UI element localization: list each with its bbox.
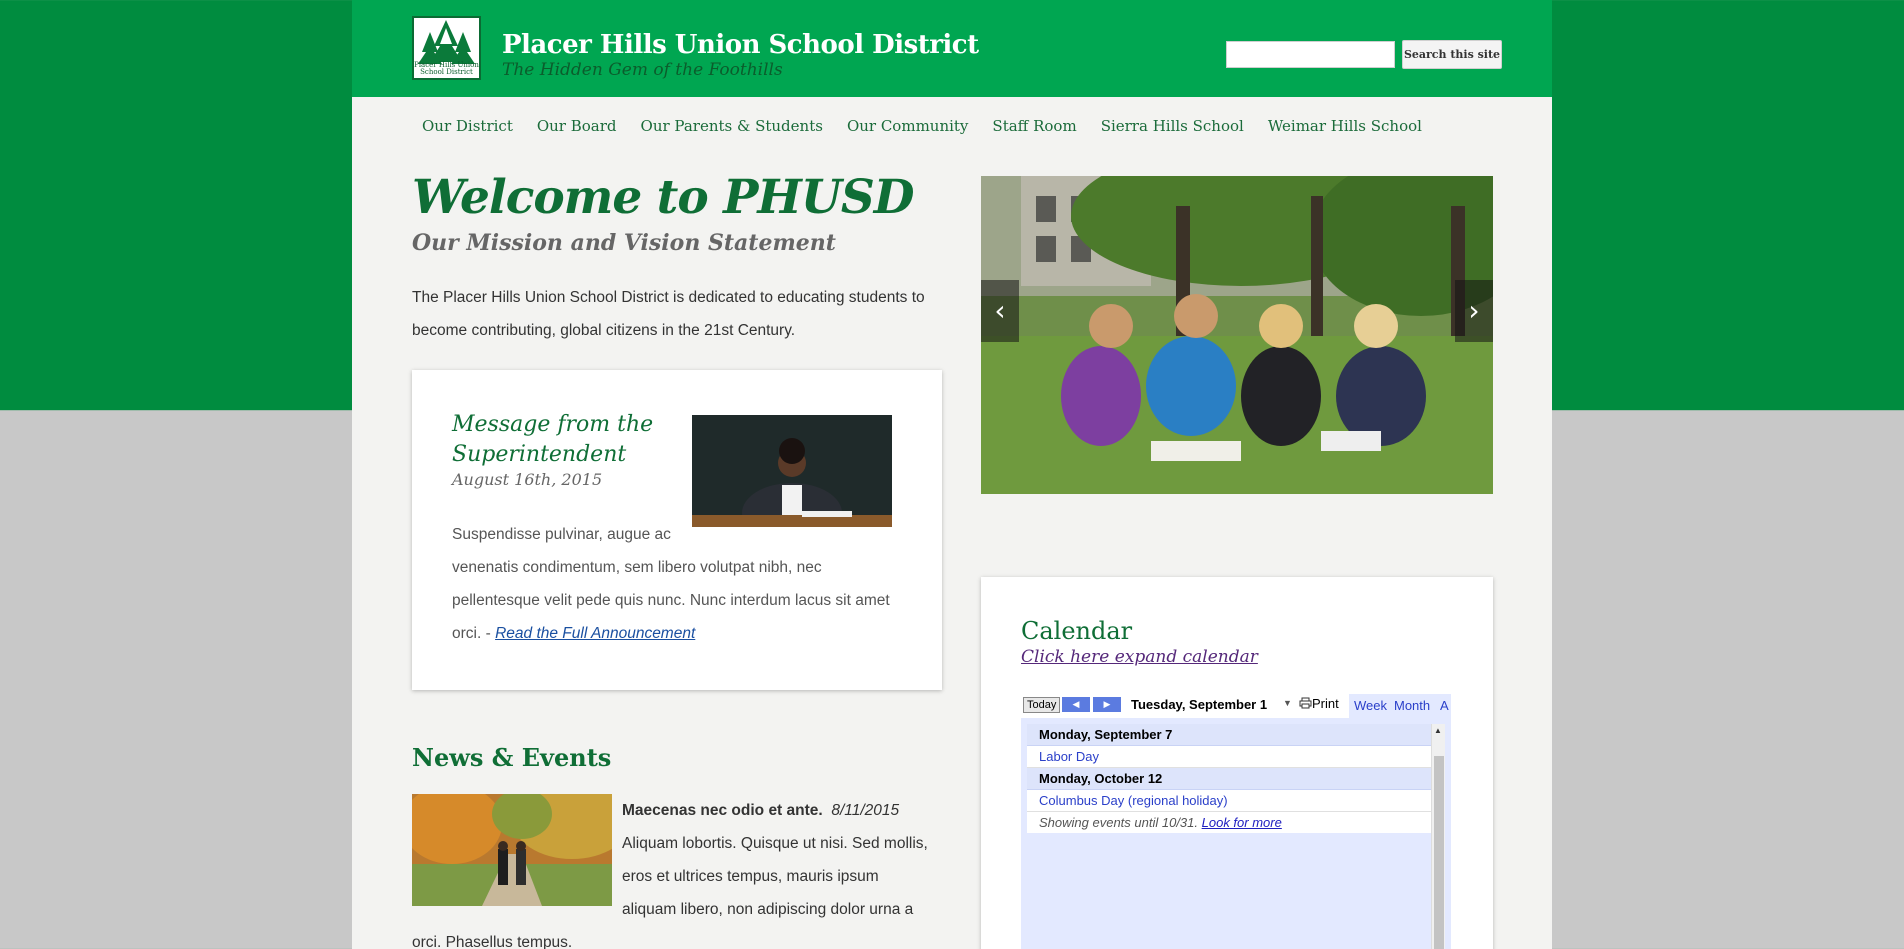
nav-item-our-district[interactable]: Our District xyxy=(422,117,513,135)
superintendent-message-card: Message from the Superintendent August 1… xyxy=(412,370,942,690)
news-date: 8/11/2015 xyxy=(831,802,900,819)
scroll-up-icon[interactable]: ▲ xyxy=(1434,726,1442,735)
calendar-print-button[interactable]: Print xyxy=(1299,696,1339,711)
logo-text: Placer Hills Union School District xyxy=(414,61,479,76)
nav-item-our-board[interactable]: Our Board xyxy=(537,117,617,135)
calendar-next-icon[interactable]: ▶ xyxy=(1093,697,1121,712)
site-tagline: The Hidden Gem of the Foothills xyxy=(502,60,783,80)
page-container: Placer Hills Union School District Place… xyxy=(352,0,1552,949)
message-date: August 16th, 2015 xyxy=(452,470,603,489)
chevron-down-icon[interactable]: ▼ xyxy=(1283,698,1292,708)
message-title: Message from the Superintendent xyxy=(452,412,654,467)
intro-text: The Placer Hills Union School District i… xyxy=(412,289,925,339)
agenda-footer: Showing events until 10/31. Look for mor… xyxy=(1027,812,1431,833)
nav-item-parents-students[interactable]: Our Parents & Students xyxy=(641,117,823,135)
agenda-event[interactable]: Columbus Day (regional holiday) xyxy=(1027,790,1431,812)
image-slider: ‹ › xyxy=(981,176,1493,494)
search-button[interactable]: Search this site xyxy=(1402,40,1502,69)
agenda-list: Monday, September 7 Labor Day Monday, Oc… xyxy=(1027,724,1431,833)
calendar-today-button[interactable]: Today xyxy=(1023,697,1061,713)
agenda-day-header: Monday, September 7 xyxy=(1027,724,1431,746)
mission-subtitle: Our Mission and Vision Statement xyxy=(412,230,836,256)
print-label: Print xyxy=(1312,696,1339,711)
embedded-calendar: Today ◀ ▶ Tuesday, September 1 ▼ Print W… xyxy=(1021,694,1451,949)
agenda-day-header: Monday, October 12 xyxy=(1027,768,1431,790)
page-title: Welcome to PHUSD xyxy=(412,170,915,225)
printer-icon xyxy=(1299,697,1312,709)
news-photo[interactable] xyxy=(402,779,632,914)
news-heading: News & Events xyxy=(412,743,612,772)
calendar-toolbar: Today ◀ ▶ Tuesday, September 1 ▼ Print W… xyxy=(1021,694,1451,718)
calendar-title: Calendar xyxy=(1021,617,1133,645)
calendar-scrollbar[interactable]: ▲ xyxy=(1431,724,1445,949)
calendar-current-date[interactable]: Tuesday, September 1 xyxy=(1131,697,1267,712)
news-title[interactable]: Maecenas nec odio et ante. xyxy=(622,802,823,819)
look-for-more-link[interactable]: Look for more xyxy=(1202,815,1282,830)
read-announcement-link[interactable]: Read the Full Announcement xyxy=(495,625,695,642)
agenda-footer-text: Showing events until 10/31. xyxy=(1039,815,1198,830)
calendar-card: Calendar Click here expand calendar Toda… xyxy=(981,577,1493,949)
news-item: Maecenas nec odio et ante. 8/11/2015 Ali… xyxy=(402,779,932,949)
slider-next-button[interactable]: › xyxy=(1455,280,1493,342)
main-nav: Our District Our Board Our Parents & Stu… xyxy=(422,117,1446,135)
search-input[interactable] xyxy=(1226,41,1395,68)
calendar-prev-icon[interactable]: ◀ xyxy=(1062,697,1090,712)
site-title[interactable]: Placer Hills Union School District xyxy=(502,30,979,60)
tab-month[interactable]: Month xyxy=(1389,694,1436,718)
message-body-line1: Suspendisse pulvinar, augue ac xyxy=(452,526,671,543)
nav-item-staff-room[interactable]: Staff Room xyxy=(992,117,1076,135)
message-body: Suspendisse pulvinar, augue ac venenatis… xyxy=(452,518,912,650)
nav-item-weimar-hills[interactable]: Weimar Hills School xyxy=(1268,117,1422,135)
site-header: Placer Hills Union School District Place… xyxy=(352,0,1552,97)
nav-item-our-community[interactable]: Our Community xyxy=(847,117,968,135)
tree-logo-icon xyxy=(418,20,475,64)
agenda-event[interactable]: Labor Day xyxy=(1027,746,1431,768)
calendar-body: Monday, September 7 Labor Day Monday, Oc… xyxy=(1021,718,1451,949)
superintendent-photo xyxy=(692,415,892,527)
slider-prev-button[interactable]: ‹ xyxy=(981,280,1019,342)
district-logo[interactable]: Placer Hills Union School District xyxy=(412,16,481,80)
tab-agenda[interactable]: A xyxy=(1435,694,1451,718)
expand-calendar-link[interactable]: Click here expand calendar xyxy=(1021,647,1258,667)
students-photo xyxy=(981,176,1493,494)
message-dash: - xyxy=(485,625,496,642)
scroll-thumb[interactable] xyxy=(1434,756,1444,949)
tab-week[interactable]: Week xyxy=(1349,694,1392,718)
nav-item-sierra-hills[interactable]: Sierra Hills School xyxy=(1101,117,1244,135)
